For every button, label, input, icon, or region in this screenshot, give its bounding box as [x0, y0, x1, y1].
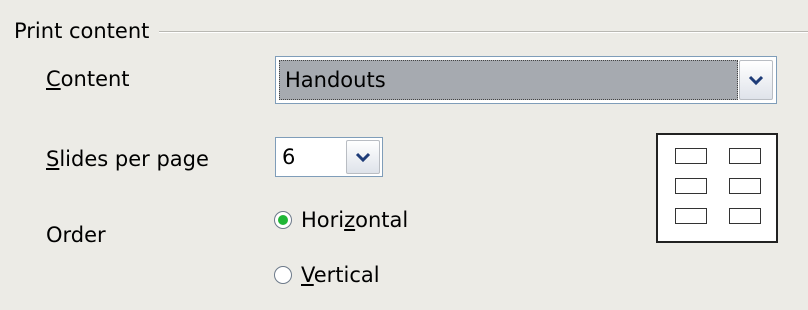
order-horizontal-label-post: ontal [355, 208, 409, 232]
preview-slide-cell [729, 178, 761, 194]
section-title: Print content [14, 18, 160, 44]
content-label-text: ontent [60, 67, 130, 91]
order-vertical-option[interactable]: Vertical [274, 262, 380, 288]
slides-per-page-value: 6 [282, 145, 296, 169]
content-dropdown-button[interactable] [739, 60, 773, 100]
content-label: Content [46, 66, 130, 92]
preview-slide-cell [729, 208, 761, 224]
content-select-value: Handouts [285, 68, 386, 92]
order-horizontal-label: Horizontal [301, 207, 408, 233]
slides-per-page-dropdown-button[interactable] [346, 140, 380, 174]
content-select-highlight: Handouts [279, 60, 738, 100]
slides-per-page-label: Slides per page [46, 146, 209, 172]
slides-per-page-select[interactable]: 6 [275, 137, 383, 177]
order-vertical-label: Vertical [301, 262, 380, 288]
preview-slide-cell [729, 148, 761, 164]
preview-slide-cell [675, 178, 707, 194]
order-vertical-radio[interactable] [274, 266, 292, 284]
order-horizontal-label-pre: Hori [301, 208, 345, 232]
preview-slide-cell [675, 148, 707, 164]
slides-per-page-label-text: lides per page [59, 147, 209, 171]
chevron-down-icon [355, 152, 371, 163]
order-label: Order [46, 223, 106, 247]
content-label-mnemonic: C [46, 67, 61, 91]
preview-slide-cell [675, 208, 707, 224]
content-select[interactable]: Handouts [275, 56, 777, 104]
order-vertical-label-post: ertical [313, 263, 380, 287]
handout-layout-preview [656, 133, 778, 243]
order-vertical-label-mnemonic: V [301, 263, 314, 287]
order-horizontal-radio[interactable] [274, 211, 292, 229]
chevron-down-icon [748, 75, 764, 86]
order-horizontal-option[interactable]: Horizontal [274, 207, 408, 233]
order-horizontal-label-mnemonic: z [344, 208, 356, 232]
slides-per-page-label-mnemonic: S [46, 147, 60, 171]
